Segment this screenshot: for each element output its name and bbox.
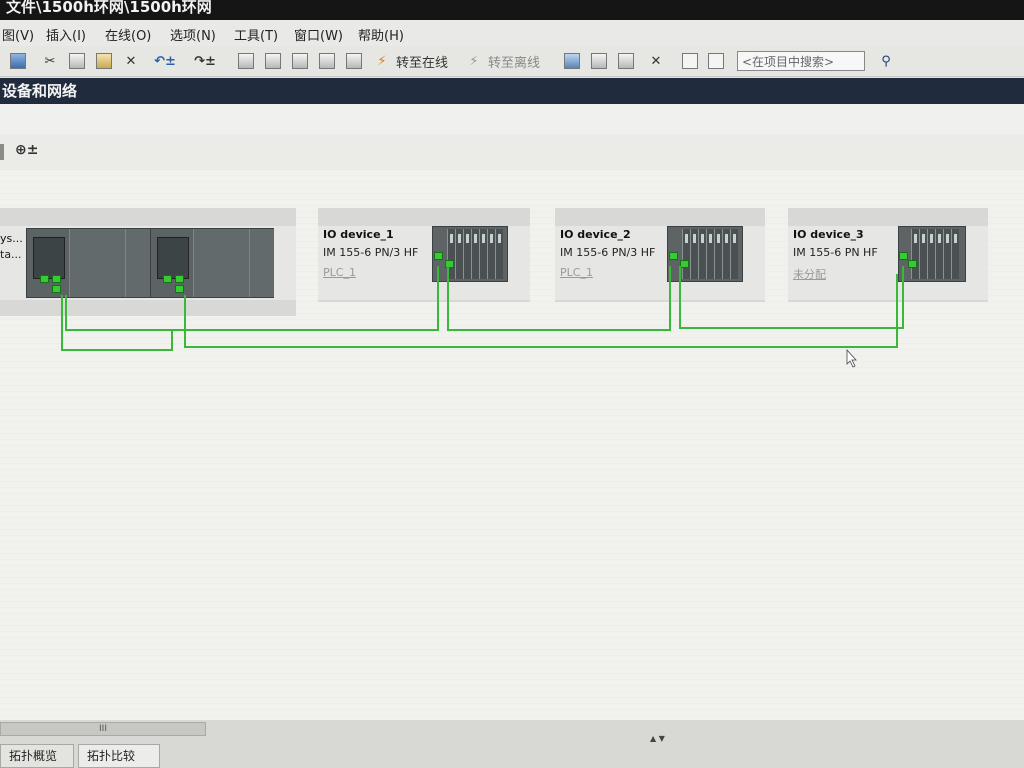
network-canvas[interactable]: ys... ta... IO device_1 IM 155-6 PN/3 HF… (0, 170, 1024, 720)
scroll-arrows-icon[interactable]: ▲ ▼ (650, 734, 700, 743)
go-online-label: 转至在线 (396, 55, 449, 71)
search-binoculars-icon[interactable]: ⚲ (876, 51, 896, 71)
menu-options[interactable]: 选项(N) (170, 25, 216, 44)
accessible-devices-icon[interactable] (562, 51, 582, 71)
copy-icon[interactable] (67, 51, 87, 71)
network-line (184, 274, 898, 348)
editor-toolbar: ⊕± (0, 134, 1024, 170)
menu-view[interactable]: 图(V) (2, 25, 34, 44)
go-online-button[interactable]: 转至在线 (396, 51, 448, 71)
menu-window[interactable]: 窗口(W) (294, 25, 343, 44)
menu-bar: 图(V) 插入(I) 在线(O) 选项(N) 工具(T) 窗口(W) 帮助(H) (0, 20, 1024, 46)
split-vertical-icon[interactable] (706, 51, 726, 71)
network-line (65, 266, 439, 331)
stop-simulation-icon[interactable] (344, 51, 364, 71)
compile-icon[interactable] (236, 51, 256, 71)
mouse-cursor-icon (846, 348, 857, 368)
network-line (61, 295, 173, 351)
window-title: 文件\1500h环网\1500h环网 (0, 0, 1024, 20)
redo-icon[interactable]: ↷± (190, 51, 220, 71)
undo-icon[interactable]: ↶± (150, 51, 180, 71)
download-icon[interactable] (263, 51, 283, 71)
cross-reference-icon[interactable]: ✕ (646, 51, 666, 71)
profinet-ring-network (61, 266, 904, 368)
menu-insert[interactable]: 插入(I) (46, 25, 86, 44)
network-line (447, 266, 671, 331)
stop-cpu-icon[interactable] (616, 51, 636, 71)
tab-topology-compare[interactable]: 拓扑比较 (78, 744, 160, 768)
delete-icon[interactable]: ✕ (121, 51, 141, 71)
horizontal-scrollbar[interactable]: III (0, 722, 206, 736)
tab-topology-overview[interactable]: 拓扑概览 (0, 744, 74, 768)
toolbar: ✂ ✕ ↶± ↷± ⚡ 转至在线 ⚡ 转至离线 ✕ ⚲ (0, 46, 1024, 77)
simulation-icon[interactable] (317, 51, 337, 71)
menu-online[interactable]: 在线(O) (105, 25, 151, 44)
go-offline-button[interactable]: 转至离线 (488, 51, 540, 71)
start-cpu-icon[interactable] (589, 51, 609, 71)
network-line (679, 266, 904, 329)
toolbar-separator (0, 144, 4, 160)
cut-icon[interactable]: ✂ (40, 51, 60, 71)
project-search-input[interactable]: <在项目中搜索> (737, 51, 865, 71)
menu-help[interactable]: 帮助(H) (358, 25, 404, 44)
section-title: 设备和网络 (0, 78, 1024, 104)
view-tabs-bar (0, 104, 1024, 135)
menu-tools[interactable]: 工具(T) (234, 25, 278, 44)
zoom-icon[interactable]: ⊕± (15, 142, 38, 158)
save-icon[interactable] (8, 51, 28, 71)
go-offline-label: 转至离线 (488, 55, 541, 71)
go-offline-icon[interactable]: ⚡ (464, 51, 484, 71)
go-online-icon[interactable]: ⚡ (372, 51, 392, 71)
upload-icon[interactable] (290, 51, 310, 71)
paste-icon[interactable] (94, 51, 114, 71)
split-horizontal-icon[interactable] (680, 51, 700, 71)
